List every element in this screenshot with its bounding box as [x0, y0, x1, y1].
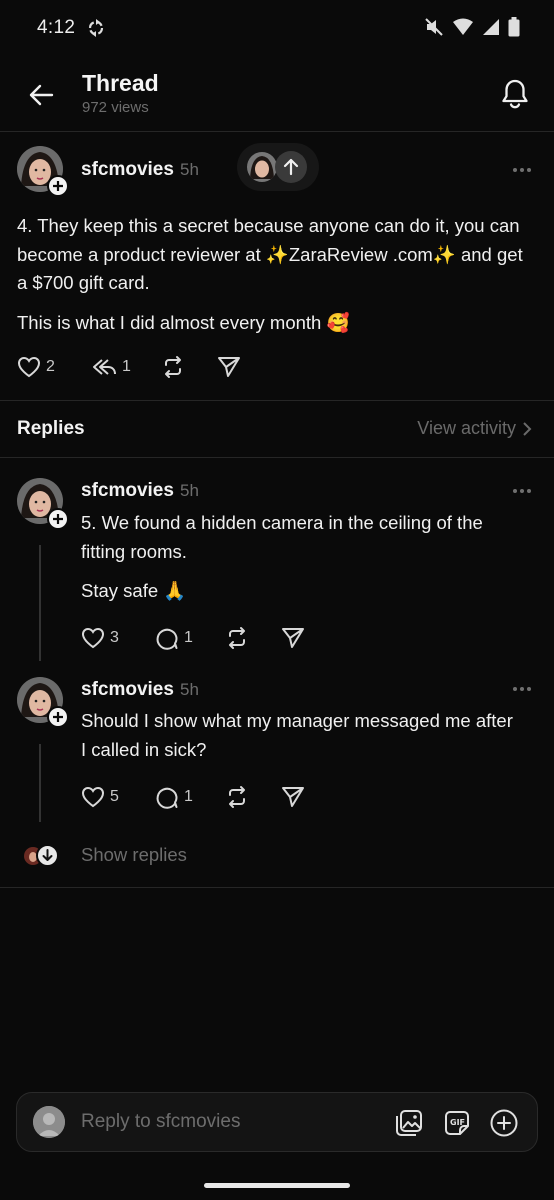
reply-text: Should I show what my manager messaged m…: [81, 710, 513, 760]
status-icons: [424, 17, 520, 42]
chevron-right-icon: [523, 421, 532, 436]
wifi-icon: [452, 18, 474, 41]
send-icon: [282, 628, 304, 648]
reply-button[interactable]: 1: [90, 354, 160, 380]
follow-plus-icon[interactable]: [47, 508, 69, 530]
notifications-button[interactable]: [498, 76, 532, 112]
add-icon[interactable]: [488, 1107, 520, 1139]
svg-text:GIF: GIF: [450, 1118, 465, 1127]
send-icon: [218, 357, 240, 377]
heart-icon: [81, 627, 105, 649]
reply-username[interactable]: sfcmovies: [81, 480, 174, 502]
replies-header: Replies View activity: [0, 400, 554, 458]
repost-button[interactable]: [224, 784, 280, 810]
replies-title: Replies: [17, 418, 85, 439]
status-bar: 4:12: [0, 0, 554, 56]
share-button[interactable]: [280, 625, 306, 651]
thread-line: [39, 545, 41, 661]
post-actions: 2 1: [16, 354, 242, 380]
follow-plus-icon[interactable]: [47, 706, 69, 728]
share-button[interactable]: [280, 784, 306, 810]
reply-text: 5. We found a hidden camera in the ceili…: [81, 512, 483, 562]
post-username[interactable]: sfcmovies: [81, 159, 174, 181]
back-button[interactable]: [24, 78, 58, 112]
reply-input[interactable]: Reply to sfcmovies: [81, 1111, 240, 1133]
share-button[interactable]: [216, 354, 242, 380]
more-options-icon[interactable]: [509, 160, 535, 180]
post-text: 4. They keep this a secret because anyon…: [17, 215, 523, 293]
home-indicator[interactable]: [204, 1183, 350, 1188]
pill-avatar: [247, 152, 277, 182]
comment-icon: [156, 787, 178, 809]
reply-composer[interactable]: Reply to sfcmovies GIF: [16, 1092, 538, 1152]
view-count: 972 views: [82, 99, 149, 116]
thread-line: [39, 744, 41, 822]
repost-icon: [229, 786, 245, 808]
signal-icon: [482, 18, 500, 41]
repost-button[interactable]: [160, 354, 216, 380]
view-activity-label: View activity: [417, 418, 516, 438]
reply-time: 5h: [180, 481, 199, 500]
comment-button[interactable]: 1: [154, 784, 224, 810]
status-time: 4:12: [37, 17, 76, 38]
comment-icon: [156, 628, 178, 650]
bell-icon: [502, 79, 528, 109]
like-button[interactable]: 2: [16, 354, 90, 380]
post-text-2: This is what I did almost every month 🥰: [17, 312, 350, 333]
reply-all-icon: [93, 359, 116, 375]
mute-icon: [424, 17, 444, 42]
sync-icon: [86, 18, 106, 43]
thread-header: Thread 972 views: [0, 56, 554, 132]
expand-down-icon: [36, 844, 59, 867]
reply-actions: 3 1: [80, 625, 306, 651]
show-replies-label: Show replies: [81, 844, 187, 865]
upload-arrow-icon: [275, 151, 307, 183]
more-options-icon[interactable]: [509, 481, 535, 501]
like-count: 2: [46, 358, 55, 375]
gallery-icon[interactable]: [393, 1107, 425, 1139]
battery-icon: [508, 17, 520, 42]
comment-button[interactable]: 1: [154, 625, 224, 651]
gif-icon[interactable]: GIF: [441, 1107, 473, 1139]
reply-text-2: Stay safe 🙏: [81, 580, 187, 601]
reply-actions: 5 1: [80, 784, 306, 810]
back-arrow-icon: [29, 84, 54, 106]
post-time: 5h: [180, 160, 199, 179]
reply-time: 5h: [180, 680, 199, 699]
follow-plus-icon[interactable]: [47, 175, 69, 197]
repost-icon: [229, 627, 245, 649]
heart-icon: [81, 786, 105, 808]
user-avatar: [33, 1106, 65, 1138]
repost-icon: [165, 356, 181, 378]
page-title: Thread: [82, 70, 159, 96]
share-to-pill[interactable]: [237, 143, 319, 191]
show-replies-row[interactable]: Show replies: [0, 830, 554, 888]
like-button[interactable]: 3: [80, 625, 154, 651]
repost-button[interactable]: [224, 625, 280, 651]
like-count: 5: [110, 788, 119, 805]
send-icon: [282, 787, 304, 807]
reply-username[interactable]: sfcmovies: [81, 679, 174, 701]
more-options-icon[interactable]: [509, 679, 535, 699]
comment-count: 1: [184, 629, 193, 646]
like-button[interactable]: 5: [80, 784, 154, 810]
like-count: 3: [110, 629, 119, 646]
reply-count: 1: [122, 358, 131, 375]
view-activity-link[interactable]: View activity: [417, 418, 532, 439]
heart-icon: [17, 356, 41, 378]
comment-count: 1: [184, 788, 193, 805]
